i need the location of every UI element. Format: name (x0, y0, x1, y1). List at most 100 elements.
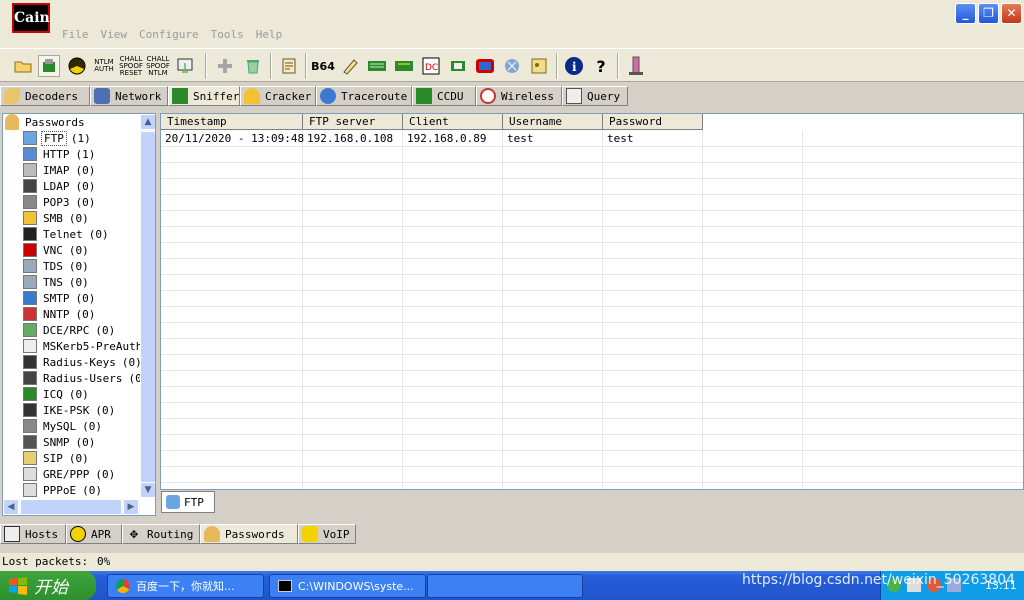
tree-root-passwords[interactable]: Passwords (5, 114, 87, 130)
export-icon[interactable] (174, 55, 196, 77)
menu-tools[interactable]: Tools (211, 28, 244, 44)
tree-item-smtp[interactable]: SMTP (0) (23, 290, 95, 306)
tab-routing[interactable]: ✥ Routing (122, 524, 200, 544)
info-icon[interactable]: i (563, 55, 585, 77)
tab-hosts[interactable]: Hosts (0, 524, 66, 544)
tab-traceroute[interactable]: Traceroute (316, 86, 412, 106)
add-icon[interactable] (214, 55, 236, 77)
scroll-down-icon[interactable]: ▼ (140, 482, 155, 498)
mskerb5-preauth-icon (23, 339, 37, 353)
decoders-icon (4, 88, 20, 104)
ftp-icon (166, 495, 180, 509)
tab-passwords[interactable]: Passwords (200, 524, 298, 544)
tab-ccdu[interactable]: CCDU (412, 86, 476, 106)
taskbar-item-cain[interactable] (427, 574, 583, 598)
hscroll-thumb[interactable] (20, 499, 122, 515)
vpn-icon[interactable] (393, 55, 415, 77)
tree-item-ike-psk[interactable]: IKE-PSK (0) (23, 402, 115, 418)
tab-network[interactable]: Network (90, 86, 168, 106)
maximize-button[interactable]: ❐ (978, 3, 999, 24)
scroll-left-icon[interactable]: ◀ (3, 499, 19, 515)
network-card-icon[interactable] (366, 55, 388, 77)
ntlm-auth-icon[interactable]: NTLM AUTH (93, 55, 115, 77)
tree-item-http[interactable]: HTTP (1) (23, 146, 95, 162)
tab-decoders[interactable]: Decoders (0, 86, 90, 106)
tree-item-ftp[interactable]: FTP (1) (23, 130, 91, 146)
tree-item-imap[interactable]: IMAP (0) (23, 162, 95, 178)
tab-apr[interactable]: APR (66, 524, 122, 544)
tree-item-smb[interactable]: SMB (0) (23, 210, 89, 226)
minimize-button[interactable]: _ (955, 3, 976, 24)
col-timestamp[interactable]: Timestamp (161, 114, 303, 130)
imap-icon (23, 163, 37, 177)
ftp-password-table: Timestamp FTP server Client Username Pas… (160, 113, 1024, 490)
tree-item-label: VNC (43, 243, 63, 257)
tab-ftp[interactable]: FTP (161, 491, 215, 513)
base64-icon[interactable]: B64 (311, 55, 335, 77)
tree-item-pppoe[interactable]: PPPoE (0) (23, 482, 102, 498)
menu-configure[interactable]: Configure (139, 28, 199, 44)
start-sniffer-icon[interactable] (38, 55, 60, 77)
chall-spoof-ntlm-icon[interactable]: CHALL SPOOF NTLM (146, 55, 170, 77)
tree-item-label: GRE/PPP (43, 467, 90, 481)
tab-sniffer[interactable]: Sniffer (168, 86, 240, 106)
key-icon[interactable] (528, 55, 550, 77)
tree-item-icq[interactable]: ICQ (0) (23, 386, 89, 402)
tab-query[interactable]: Query (562, 86, 628, 106)
tree-item-gre-ppp[interactable]: GRE/PPP (0) (23, 466, 115, 482)
tab-cracker[interactable]: Cracker (240, 86, 316, 106)
tree-item-mysql[interactable]: MySQL (0) (23, 418, 102, 434)
tree-item-tns[interactable]: TNS (0) (23, 274, 89, 290)
col-username[interactable]: Username (503, 114, 603, 130)
terminal-icon[interactable] (474, 55, 496, 77)
tree-item-pop3[interactable]: POP3 (0) (23, 194, 95, 210)
help-icon[interactable]: ? (590, 55, 612, 77)
start-apr-icon[interactable] (66, 55, 88, 77)
taskbar-item-cmd[interactable]: C:\WINDOWS\syste... (269, 574, 426, 598)
menu-help[interactable]: Help (256, 28, 283, 44)
tree-item-tds[interactable]: TDS (0) (23, 258, 89, 274)
tree-item-label: FTP (41, 130, 67, 146)
tab-wireless[interactable]: Wireless (476, 86, 562, 106)
tree-item-label: SMB (43, 211, 63, 225)
taskbar-item-browser[interactable]: 百度一下，你就知... (107, 574, 264, 598)
tree-item-vnc[interactable]: VNC (0) (23, 242, 89, 258)
sniffer-icon (172, 88, 188, 104)
hash-calculator-icon[interactable] (339, 55, 361, 77)
exit-icon[interactable] (625, 55, 647, 77)
tree-item-dce-rpc[interactable]: DCE/RPC (0) (23, 322, 115, 338)
tree-item-telnet[interactable]: Telnet (0) (23, 226, 109, 242)
tree-item-sip[interactable]: SIP (0) (23, 450, 89, 466)
box-icon[interactable] (447, 55, 469, 77)
close-button[interactable]: ✕ (1001, 3, 1022, 24)
tree-item-nntp[interactable]: NNTP (0) (23, 306, 95, 322)
tree-item-label: TDS (43, 259, 63, 273)
tree-item-ldap[interactable]: LDAP (0) (23, 178, 95, 194)
chall-spoof-reset-icon[interactable]: CHALL SPOOF RESET (119, 55, 143, 77)
tab-voip[interactable]: VoIP (298, 524, 356, 544)
menu-view[interactable]: View (101, 28, 128, 44)
col-password[interactable]: Password (603, 114, 703, 130)
certificate-icon[interactable] (278, 55, 300, 77)
scroll-thumb[interactable] (140, 131, 155, 483)
ccdu-icon (416, 88, 432, 104)
open-folder-icon[interactable] (12, 55, 34, 77)
tree-item-radius-users[interactable]: Radius-Users (0) (23, 370, 148, 386)
tree-item-radius-keys[interactable]: Radius-Keys (0) (23, 354, 142, 370)
scroll-up-icon[interactable]: ▲ (140, 114, 155, 130)
top-tab-bar: Decoders Network Sniffer Cracker Tracero… (0, 86, 628, 108)
tree-item-snmp[interactable]: SNMP (0) (23, 434, 95, 450)
menu-file[interactable]: File (62, 28, 89, 44)
cell-password: test (607, 132, 634, 145)
wireless-scanner-icon[interactable] (501, 55, 523, 77)
col-client[interactable]: Client (403, 114, 503, 130)
remove-icon[interactable] (242, 55, 264, 77)
pop3-icon (23, 195, 37, 209)
tree-item-mskerb5-preauth[interactable]: MSKerb5-PreAuth (23, 338, 148, 354)
tree-horizontal-scrollbar[interactable]: ◀ ▶ (3, 499, 140, 515)
tree-vertical-scrollbar[interactable]: ▲ ▼ (140, 114, 155, 498)
scroll-right-icon[interactable]: ▶ (123, 499, 139, 515)
col-ftp-server[interactable]: FTP server (303, 114, 403, 130)
vnc-decoder-icon[interactable]: DC (420, 55, 442, 77)
start-button[interactable]: 开始 (0, 571, 96, 600)
